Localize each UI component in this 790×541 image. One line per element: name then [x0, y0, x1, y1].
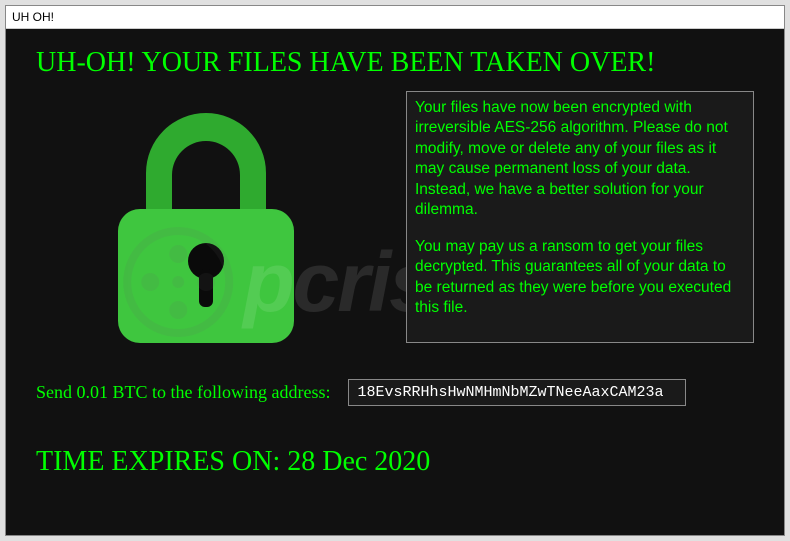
- headline-text: UH-OH! YOUR FILES HAVE BEEN TAKEN OVER!: [36, 47, 754, 79]
- dialog-window: UH OH! pcrisk.com UH-OH! YOUR FILES HAVE…: [5, 5, 785, 536]
- ransom-message-box[interactable]: Your files have now been encrypted with …: [406, 91, 754, 343]
- payment-row: Send 0.01 BTC to the following address: …: [36, 379, 754, 406]
- message-paragraph-2: You may pay us a ransom to get your file…: [415, 237, 745, 319]
- payment-instruction: Send 0.01 BTC to the following address:: [36, 382, 330, 403]
- btc-address-box[interactable]: 18EvsRRHhsHwNMHmNbMZwTNeeAaxCAM23a: [348, 379, 686, 406]
- mid-row: Your files have now been encrypted with …: [36, 91, 754, 351]
- window-title: UH OH!: [12, 10, 54, 24]
- message-paragraph-1: Your files have now been encrypted with …: [415, 98, 745, 221]
- expiry-line: TIME EXPIRES ON: 28 Dec 2020: [36, 446, 754, 478]
- expiry-date: 28 Dec 2020: [287, 446, 430, 477]
- window-titlebar[interactable]: UH OH!: [6, 6, 784, 29]
- dialog-content: pcrisk.com UH-OH! YOUR FILES HAVE BEEN T…: [6, 29, 784, 535]
- lock-icon: [86, 101, 326, 351]
- expiry-label: TIME EXPIRES ON:: [36, 446, 287, 477]
- lock-area: [36, 91, 376, 351]
